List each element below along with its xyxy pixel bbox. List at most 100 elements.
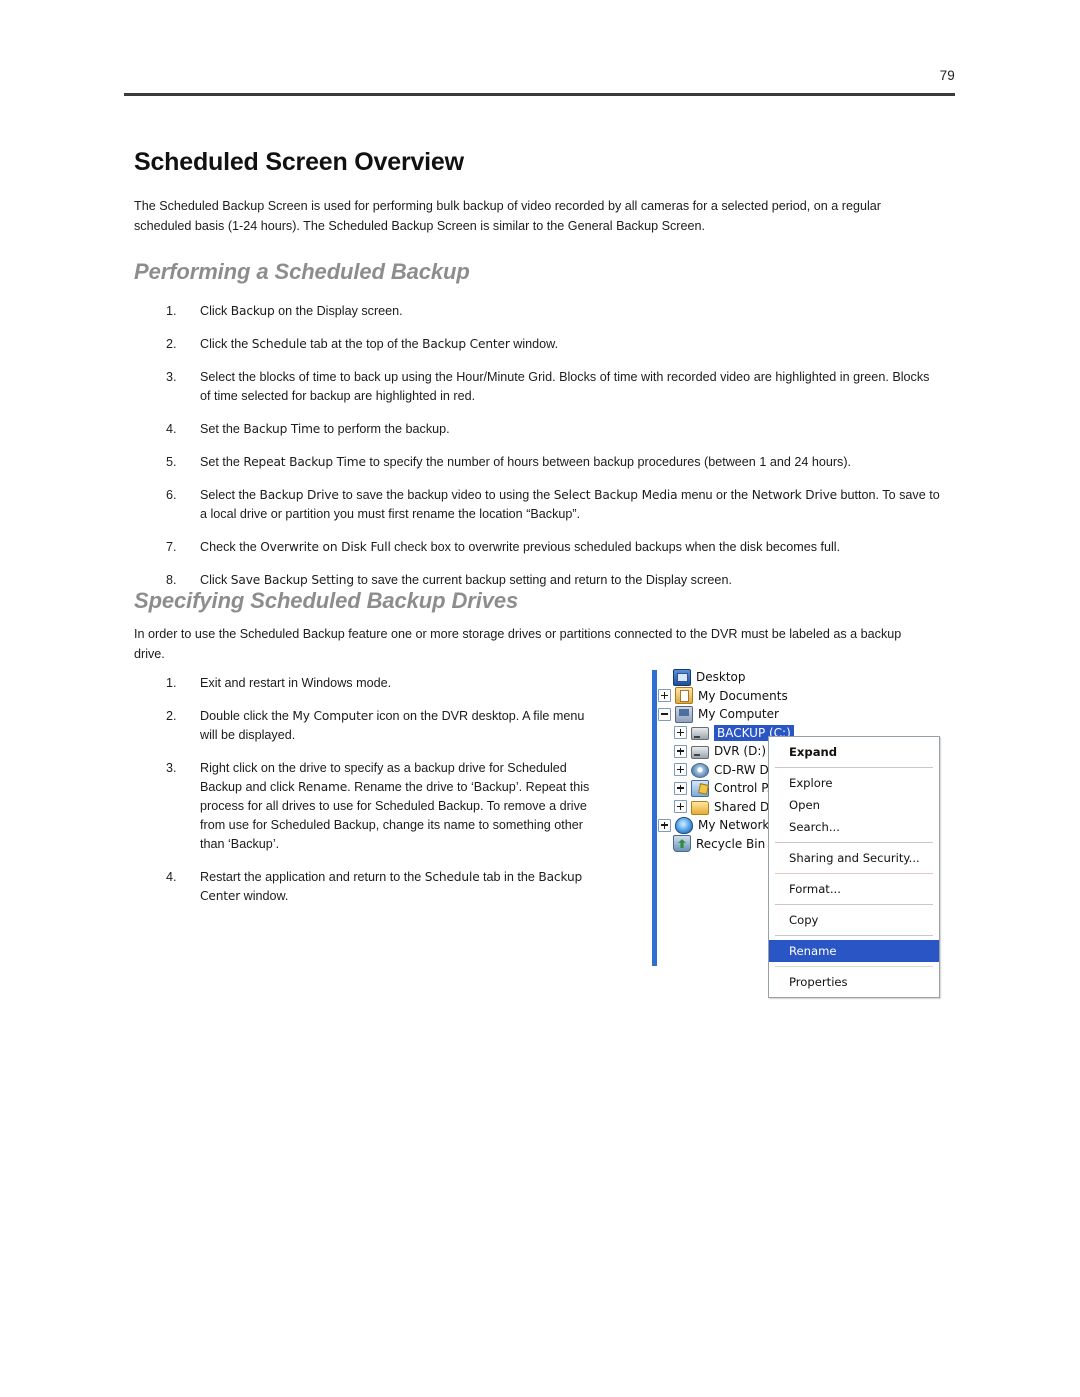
menu-separator — [775, 767, 933, 768]
expand-node-icon[interactable] — [674, 744, 687, 758]
performing-step: 7. Check the Overwrite on Disk Full check… — [166, 538, 941, 557]
performing-steps-list: 1. Click Backup on the Display screen. 2. C… — [166, 302, 941, 604]
step-text: Select the blocks of time to back up usi… — [200, 368, 941, 406]
control-panel-icon — [691, 779, 709, 797]
performing-step: 3. Select the blocks of time to back up u… — [166, 368, 941, 406]
ui-term: Network Drive — [751, 488, 838, 502]
network-icon — [675, 816, 693, 834]
performing-step: 5. Set the Repeat Backup Time to specify … — [166, 453, 941, 472]
folder-icon — [691, 800, 709, 815]
specifying-steps-list: 1. Exit and restart in Windows mode. 2. Dou… — [166, 674, 596, 920]
menu-item-properties[interactable]: Properties — [769, 971, 939, 993]
step-text-run: tab at the top of the — [306, 337, 423, 351]
menu-item-explore[interactable]: Explore — [769, 772, 939, 794]
menu-separator — [775, 904, 933, 905]
tree-item-label: DVR (D:) — [714, 744, 767, 759]
step-text: Double click the My Computer icon on the… — [200, 707, 596, 745]
step-text: Restart the application and return to th… — [200, 868, 596, 906]
specifying-step: 3. Right click on the drive to specify as… — [166, 759, 596, 854]
desktop-icon — [673, 668, 691, 686]
ui-term: Schedule — [424, 870, 480, 884]
tree-item-label: Desktop — [696, 670, 746, 685]
expand-node-icon[interactable] — [674, 726, 687, 740]
step-text: Check the Overwrite on Disk Full check b… — [200, 538, 941, 557]
step-text: Right click on the drive to specify as a… — [200, 759, 596, 854]
tree-item-label: CD-RW D — [714, 762, 769, 777]
expand-node-icon[interactable] — [658, 818, 671, 832]
step-text-run: Select the — [200, 488, 260, 502]
step-text: Click Backup on the Display screen. — [200, 302, 941, 321]
collapse-node-icon[interactable] — [658, 707, 671, 721]
recycle-bin-icon — [673, 835, 691, 853]
ui-term: Backup — [230, 304, 275, 318]
expand-node-icon[interactable] — [674, 800, 687, 814]
ui-term: Schedule — [251, 337, 307, 351]
step-number: 4. — [166, 870, 177, 884]
menu-item-expand[interactable]: Expand — [769, 741, 939, 763]
menu-item-open[interactable]: Open — [769, 794, 939, 816]
tree-item[interactable]: My Documents — [658, 687, 858, 706]
step-text-run: Click — [200, 573, 231, 587]
tree-item[interactable]: My Computer — [658, 705, 858, 724]
expand-node-icon[interactable] — [674, 763, 687, 777]
tree-item-label: Shared D — [714, 799, 770, 814]
performing-step: 6. Select the Backup Drive to save the ba… — [166, 486, 941, 524]
specifying-paragraph: In order to use the Scheduled Backup fea… — [134, 627, 902, 661]
menu-item-sharing-and-security[interactable]: Sharing and Security... — [769, 847, 939, 869]
step-number: 7. — [166, 540, 177, 554]
expand-node-icon[interactable] — [674, 781, 687, 795]
expand-node-icon[interactable] — [658, 689, 671, 703]
step-text-run: Select the blocks of time to back up usi… — [200, 370, 930, 403]
page-number: 79 — [939, 68, 955, 83]
drive-context-menu[interactable]: Expand Explore Open Search... Sharing and Se… — [768, 736, 940, 998]
step-text-run: tab in the — [479, 870, 539, 884]
explorer-side-bar — [652, 670, 657, 966]
step-text-run: Double click the — [200, 709, 293, 723]
menu-item-search[interactable]: Search... — [769, 816, 939, 838]
tree-item-label: My Computer — [698, 707, 779, 722]
tree-item[interactable]: Desktop — [658, 668, 858, 687]
step-text: Click the Schedule tab at the top of the… — [200, 335, 941, 354]
ui-term: Repeat Backup Time — [243, 455, 366, 469]
step-number: 5. — [166, 455, 177, 469]
menu-item-copy[interactable]: Copy — [769, 909, 939, 931]
menu-item-rename[interactable]: Rename — [769, 940, 939, 962]
step-number: 2. — [166, 337, 177, 351]
step-text-run: menu or the — [677, 488, 752, 502]
step-text: Set the Repeat Backup Time to specify th… — [200, 453, 941, 472]
step-text-run: to save the backup video to using the — [338, 488, 554, 502]
specifying-step: 4. Restart the application and return to … — [166, 868, 596, 906]
step-text-run: Click — [200, 304, 231, 318]
step-text-run: Restart the application and return to th… — [200, 870, 425, 884]
specifying-step: 2. Double click the My Computer icon on t… — [166, 707, 596, 745]
computer-icon — [675, 705, 693, 723]
ui-term: Overwrite on Disk Full — [260, 540, 391, 554]
step-text-run: Set the — [200, 455, 244, 469]
step-number: 2. — [166, 709, 177, 723]
step-text-run: window. — [509, 337, 559, 351]
performing-step: 1. Click Backup on the Display screen. — [166, 302, 941, 321]
step-text-run: Click the — [200, 337, 252, 351]
step-text-run: window. — [240, 889, 289, 903]
step-text-run: Check the — [200, 540, 261, 554]
menu-item-format[interactable]: Format... — [769, 878, 939, 900]
section-heading-specifying: Specifying Scheduled Backup Drives — [134, 588, 519, 613]
step-text-run: check box to overwrite previous schedule… — [390, 540, 841, 554]
tree-item-label: Recycle Bin — [696, 836, 766, 851]
documents-icon — [675, 687, 693, 705]
step-number: 1. — [166, 676, 177, 690]
step-text: Exit and restart in Windows mode. — [200, 674, 596, 693]
step-number: 6. — [166, 488, 177, 502]
step-text-run: Exit and restart in Windows mode. — [200, 676, 392, 690]
step-text-run: to save the current backup setting and r… — [353, 573, 732, 587]
ui-term: Backup Center — [422, 337, 510, 351]
step-text-run: to specify the number of hours between b… — [365, 455, 852, 469]
ui-term: Backup Drive — [259, 488, 339, 502]
overview-paragraph: The Scheduled Backup Screen is used for … — [134, 199, 881, 233]
menu-separator — [775, 966, 933, 967]
step-number: 4. — [166, 422, 177, 436]
ui-term: Rename — [298, 780, 348, 794]
step-text: Set the Backup Time to perform the backu… — [200, 420, 941, 439]
step-number: 3. — [166, 761, 177, 775]
tree-item-label: My Documents — [698, 688, 788, 703]
